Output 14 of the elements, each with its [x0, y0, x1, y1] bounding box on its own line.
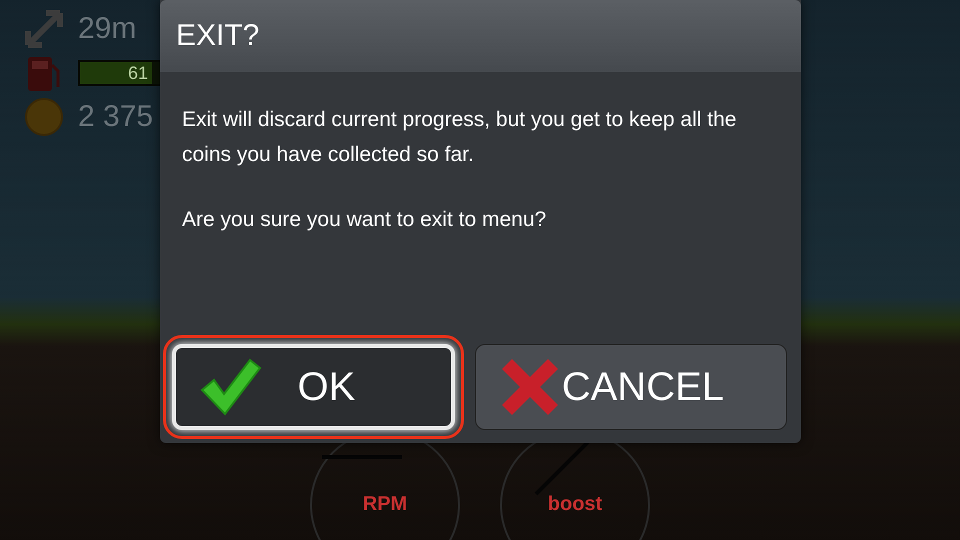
gauge-label: boost: [548, 493, 602, 516]
coin-count: 2 375: [78, 100, 154, 134]
gauge-needle-icon: [322, 452, 402, 462]
check-icon: [198, 356, 264, 418]
gauge-label: RPM: [362, 493, 408, 516]
coin-icon: [24, 97, 64, 137]
dialog-title: EXIT?: [176, 19, 260, 53]
dialog-message: Are you sure you want to exit to menu?: [182, 207, 548, 233]
diagonal-arrow-icon: [24, 9, 64, 49]
dialog-message: Exit will discard current progress, but you get to keep all the coins you have collected so far.: [182, 107, 738, 168]
gauge-needle-icon: [534, 440, 590, 496]
fuel-reading: 61: [128, 62, 149, 84]
cancel-button[interactable]: CANCEL: [474, 344, 787, 430]
distance-text: 29m: [78, 12, 136, 46]
